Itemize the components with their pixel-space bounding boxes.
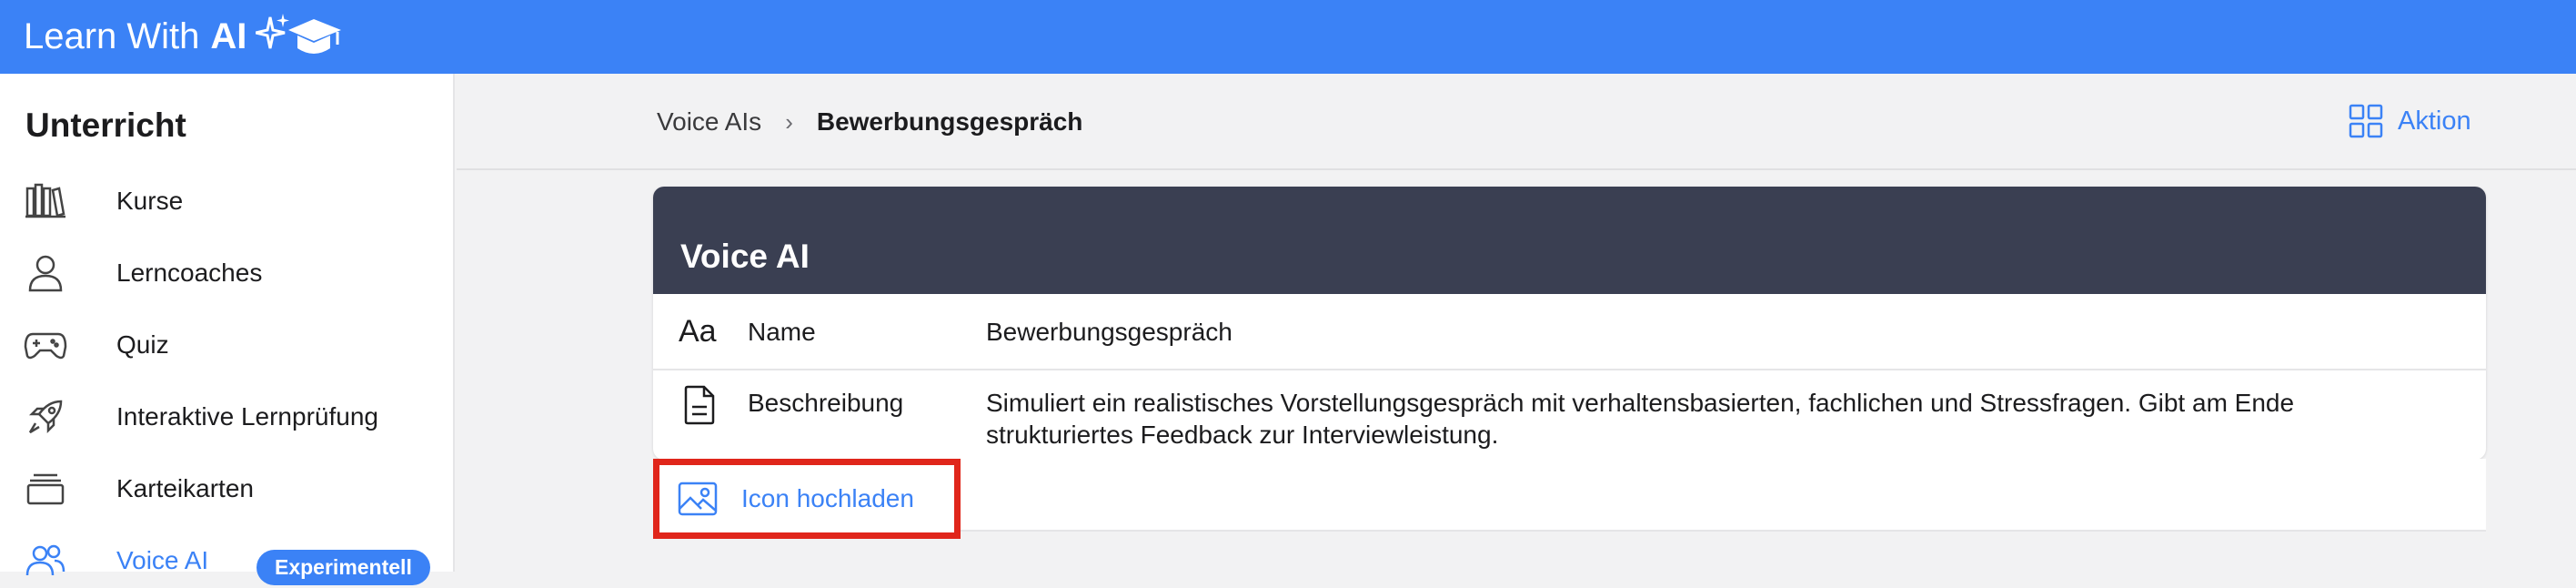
breadcrumb-parent-link[interactable]: Voice AIs	[657, 107, 761, 137]
sidebar-item-interaktive-lernpruefung[interactable]: Interaktive Lernprüfung	[24, 390, 442, 444]
chevron-right-icon: ›	[785, 107, 793, 136]
gamepad-icon	[24, 323, 67, 367]
app-logo[interactable]: Learn With AI	[24, 12, 343, 63]
sidebar: Unterricht Kurse Lerncoaches Quiz Intera…	[0, 74, 455, 585]
sparkle-graduation-cap-icon	[256, 13, 342, 54]
upload-icon-button[interactable]: Icon hochladen	[653, 459, 961, 539]
sidebar-item-kurse[interactable]: Kurse	[24, 174, 442, 228]
description-label: Beschreibung	[748, 389, 904, 417]
voice-ai-card: Voice AI Aa Name Bewerbungsgespräch Besc…	[653, 187, 2486, 460]
document-icon	[684, 385, 715, 430]
app-header: Learn With AI	[0, 0, 2576, 74]
sidebar-item-label: Lerncoaches	[116, 259, 263, 287]
upload-icon-label: Icon hochladen	[741, 484, 914, 512]
experimental-badge: Experimentell	[257, 550, 430, 585]
action-label: Aktion	[2398, 106, 2471, 136]
description-row: Beschreibung Simuliert ein realistisches…	[653, 370, 2486, 460]
sidebar-item-quiz[interactable]: Quiz	[24, 318, 442, 372]
sidebar-item-label: Quiz	[116, 330, 169, 359]
rocket-icon	[24, 395, 67, 439]
app-title-ai: AI	[210, 16, 247, 56]
name-label: Name	[748, 318, 816, 346]
person-icon	[24, 251, 67, 295]
users-icon	[24, 539, 67, 583]
sidebar-item-label: Karteikarten	[116, 474, 254, 502]
breadcrumb: Voice AIs › Bewerbungsgespräch	[657, 107, 1082, 137]
page-header: Voice AIs › Bewerbungsgespräch Aktion	[457, 74, 2576, 170]
books-icon	[24, 179, 67, 223]
image-icon	[678, 482, 718, 516]
sidebar-item-label: Interaktive Lernprüfung	[116, 402, 378, 431]
sidebar-heading: Unterricht	[25, 106, 186, 144]
card-header: Voice AI	[653, 187, 2486, 294]
breadcrumb-current: Bewerbungsgespräch	[816, 107, 1083, 136]
sidebar-item-lerncoaches[interactable]: Lerncoaches	[24, 246, 442, 300]
name-row: Aa Name Bewerbungsgespräch	[653, 294, 2486, 369]
grid-icon	[2349, 104, 2383, 138]
card-stack-icon	[24, 467, 67, 511]
upload-row: Icon hochladen	[653, 459, 2486, 539]
name-value: Bewerbungsgespräch	[986, 318, 1233, 346]
sidebar-item-label: Voice AI	[116, 546, 209, 574]
sidebar-item-karteikarten[interactable]: Karteikarten	[24, 461, 442, 516]
sidebar-item-label: Kurse	[116, 187, 184, 215]
action-button[interactable]: Aktion	[2349, 104, 2471, 138]
card-title: Voice AI	[680, 238, 810, 275]
text-format-icon: Aa	[679, 312, 722, 353]
app-title: Learn With	[24, 16, 200, 56]
svg-text:Aa: Aa	[679, 314, 717, 349]
description-value: Simuliert ein realistisches Vorstellungs…	[986, 389, 2295, 449]
sidebar-item-voice-ai[interactable]: Voice AI Experimentell	[24, 533, 442, 588]
